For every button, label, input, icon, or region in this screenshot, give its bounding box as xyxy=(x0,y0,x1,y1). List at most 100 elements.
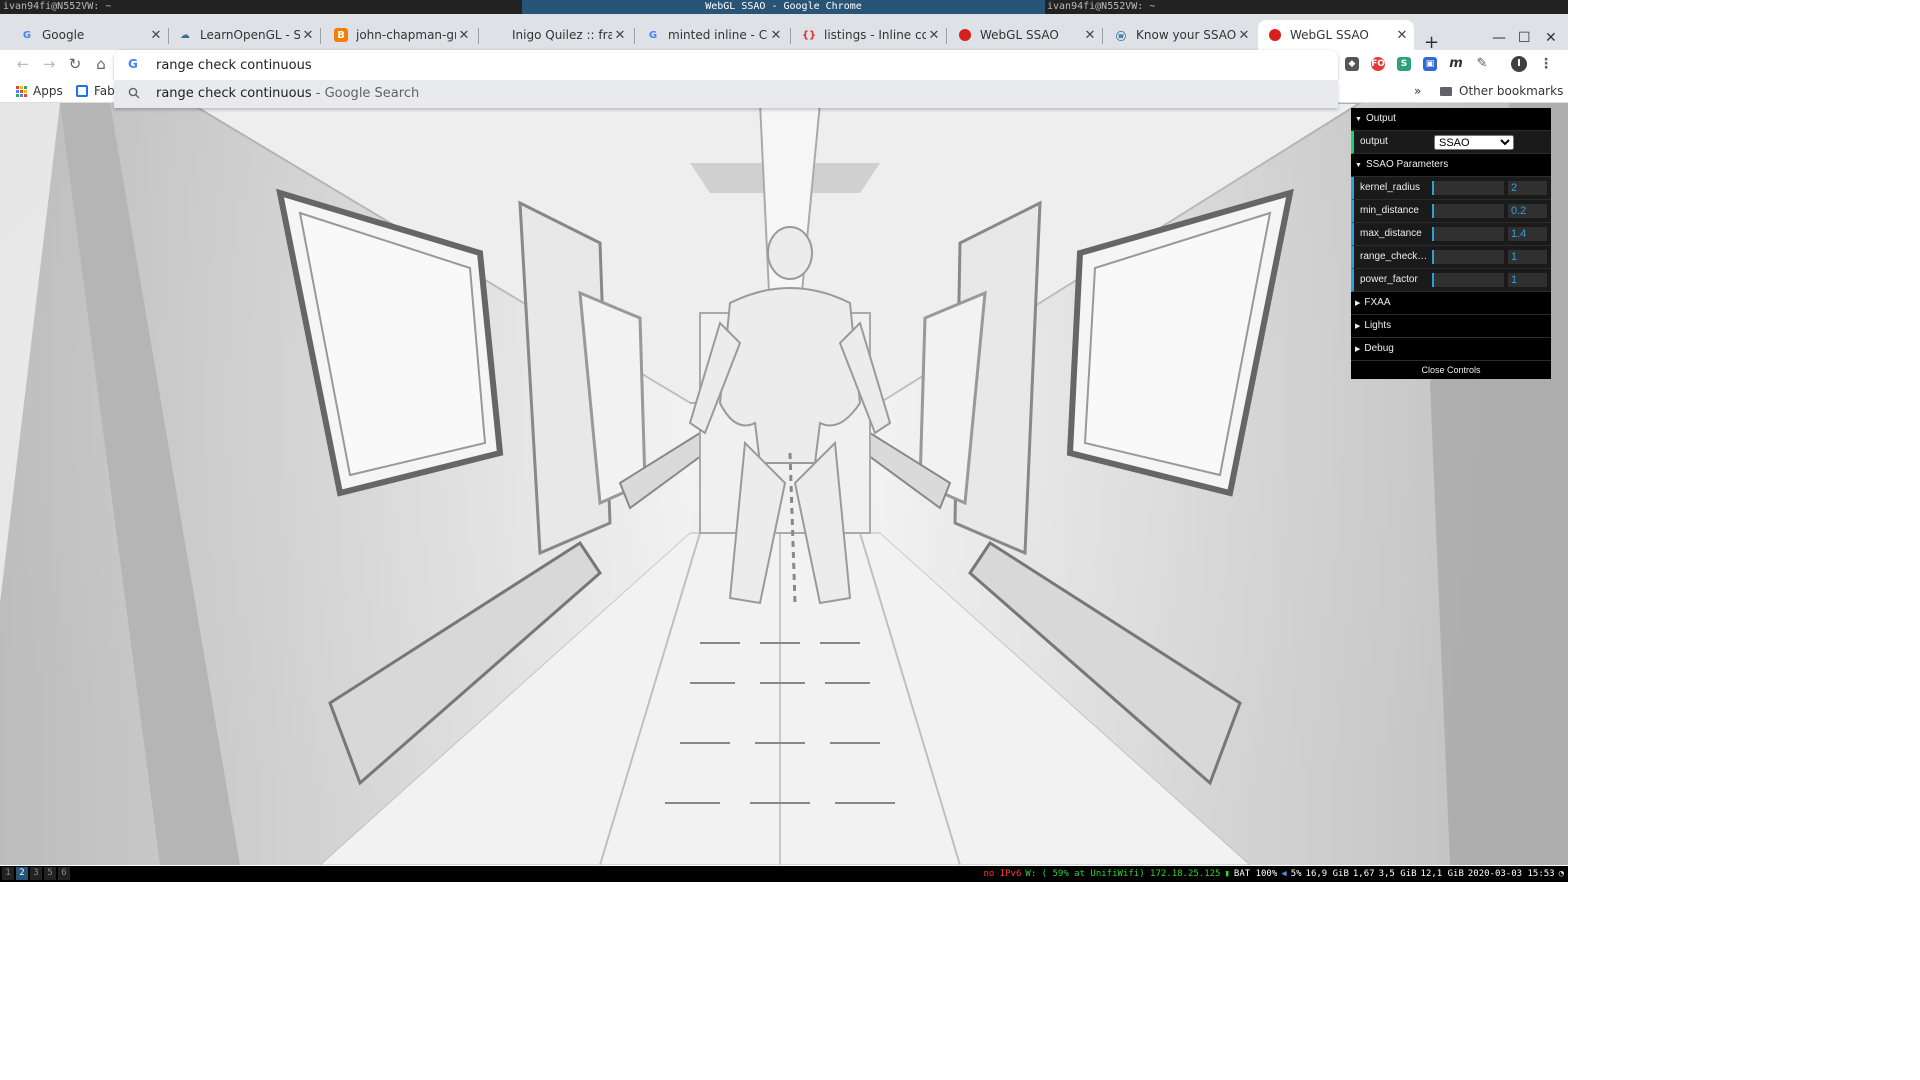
tab-learnopengl[interactable]: ☁ LearnOpenGL - SSA ✕ xyxy=(168,20,320,50)
tab-separator xyxy=(320,28,321,44)
bookmark-fabl[interactable]: Fabl xyxy=(76,84,118,98)
param-slider[interactable] xyxy=(1432,181,1504,195)
suggestion-text: range check continuous - Google Search xyxy=(156,86,419,101)
browser-toolbar: ← → ↻ ⌂ G ◆ FO S ▣ m ✎ I ⋮ xyxy=(0,50,1568,80)
tab-title: Google xyxy=(42,28,85,42)
wm-right-title[interactable]: ivan94fi@N552VW: ~ xyxy=(1047,0,1155,14)
wm-active-title[interactable]: WebGL SSAO - Google Chrome xyxy=(522,0,1045,14)
tab-webgl-ssao-active[interactable]: WebGL SSAO ✕ xyxy=(1258,20,1414,50)
close-icon[interactable]: ✕ xyxy=(148,28,164,43)
wifi-signal-icon: ◔ xyxy=(1558,869,1564,879)
tab-minted-inline[interactable]: G minted inline - Cerc ✕ xyxy=(636,20,788,50)
tab-webgl-ssao-1[interactable]: WebGL SSAO ✕ xyxy=(948,20,1102,50)
close-controls-button[interactable]: Close Controls xyxy=(1351,361,1551,379)
param-label: min_distance xyxy=(1360,205,1419,216)
close-icon[interactable]: ✕ xyxy=(1082,28,1098,43)
param-value-input[interactable]: 0.2 xyxy=(1508,204,1547,218)
status-indicators: no IPv6 W: ( 59% at UnifiWifi) 172.18.25.… xyxy=(979,866,1564,882)
profile-avatar-icon[interactable]: I xyxy=(1511,56,1527,72)
close-icon[interactable]: ✕ xyxy=(456,28,472,43)
red-dot-icon xyxy=(958,28,972,42)
param-value-input[interactable]: 1 xyxy=(1508,250,1547,264)
workspace-button[interactable]: 6 xyxy=(58,867,70,880)
tab-google[interactable]: G Google ✕ xyxy=(10,20,168,50)
close-icon[interactable]: ✕ xyxy=(300,28,316,43)
wordpress-icon: ⓦ xyxy=(1116,31,1126,43)
tab-title: LearnOpenGL - SSA xyxy=(200,28,300,42)
home-icon[interactable]: ⌂ xyxy=(92,55,110,73)
maximize-icon[interactable]: ☐ xyxy=(1518,30,1531,46)
folder-debug-title: Debug xyxy=(1364,343,1394,354)
folder-output[interactable]: ▼ Output xyxy=(1351,108,1551,131)
close-icon[interactable]: ✕ xyxy=(926,28,942,43)
tab-listings[interactable]: {} listings - Inline cod ✕ xyxy=(792,20,946,50)
load-status: 1,67 xyxy=(1352,869,1375,879)
tab-title: WebGL SSAO xyxy=(1290,28,1369,42)
disk-status: 16,9 GiB xyxy=(1305,869,1349,879)
address-bar[interactable]: G xyxy=(114,50,1338,80)
minimize-icon[interactable]: — xyxy=(1492,30,1506,46)
bookmark-apps-label: Apps xyxy=(33,84,63,98)
bookmark-apps[interactable]: Apps xyxy=(16,84,63,98)
forward-icon[interactable]: → xyxy=(40,55,58,73)
volume-status: 5% xyxy=(1290,869,1302,879)
memory-status: 3,5 GiB xyxy=(1378,869,1417,879)
bookmarks-overflow-button[interactable]: » xyxy=(1414,84,1421,98)
menu-kebab-icon[interactable]: ⋮ xyxy=(1539,57,1553,71)
extension-cast-icon[interactable]: ▣ xyxy=(1423,57,1437,71)
extension-m-icon[interactable]: m xyxy=(1449,57,1463,71)
param-slider[interactable] xyxy=(1432,227,1504,241)
param-slider[interactable] xyxy=(1432,250,1504,264)
close-icon[interactable]: ✕ xyxy=(768,28,784,43)
learnopengl-icon: ☁ xyxy=(180,29,190,41)
close-icon[interactable]: ✕ xyxy=(1236,28,1252,43)
folder-output-title: Output xyxy=(1365,113,1396,124)
extension-shield-icon[interactable]: ◆ xyxy=(1345,57,1359,71)
folder-debug[interactable]: ▶ Debug xyxy=(1351,338,1551,361)
param-slider[interactable] xyxy=(1432,273,1504,287)
folder-lights-title: Lights xyxy=(1364,320,1392,331)
back-icon[interactable]: ← xyxy=(14,55,32,73)
workspace-button[interactable]: 3 xyxy=(30,867,42,880)
param-slider[interactable] xyxy=(1432,204,1504,218)
workspace-button[interactable]: 5 xyxy=(44,867,56,880)
webgl-canvas[interactable] xyxy=(0,103,1568,865)
folder-ssao-title: SSAO Parameters xyxy=(1365,159,1449,170)
close-icon[interactable]: ✕ xyxy=(612,28,628,43)
param-value-input[interactable]: 1 xyxy=(1508,273,1547,287)
eyedropper-icon[interactable]: ✎ xyxy=(1475,57,1489,71)
red-dot-icon xyxy=(1268,28,1282,42)
extension-record-icon[interactable]: FO xyxy=(1371,57,1385,71)
bookmark-other[interactable]: Other bookmarks xyxy=(1440,84,1563,98)
workspace-button-active[interactable]: 2 xyxy=(16,867,28,880)
close-window-icon[interactable]: ✕ xyxy=(1545,30,1557,46)
wm-left-title[interactable]: ivan94fi@N552VW: ~ xyxy=(3,0,111,14)
tab-know-your-ssao[interactable]: ⓦ Know your SSAO ar ✕ xyxy=(1104,20,1256,50)
omnibox-suggestion[interactable]: range check continuous - Google Search xyxy=(114,80,1338,108)
param-label: max_distance xyxy=(1360,228,1422,239)
param-value-input[interactable]: 2 xyxy=(1508,181,1547,195)
braces-icon: {} xyxy=(801,29,817,41)
address-input[interactable] xyxy=(154,54,1058,76)
bookmark-site-icon xyxy=(76,85,88,97)
tab-inigo-quilez[interactable]: Inigo Quilez :: fract ✕ xyxy=(480,20,632,50)
close-icon[interactable]: ✕ xyxy=(1394,28,1410,43)
extension-s-icon[interactable]: S xyxy=(1397,57,1411,71)
folder-lights[interactable]: ▶ Lights xyxy=(1351,315,1551,338)
tab-separator xyxy=(634,28,635,44)
triangle-down-icon: ▼ xyxy=(1355,116,1362,123)
tab-separator xyxy=(946,28,947,44)
reload-icon[interactable]: ↻ xyxy=(66,55,84,73)
workspace-button[interactable]: 1 xyxy=(2,867,14,880)
window-manager-bar: ivan94fi@N552VW: ~ WebGL SSAO - Google C… xyxy=(0,0,1568,14)
folder-fxaa[interactable]: ▶ FXAA xyxy=(1351,292,1551,315)
output-select[interactable]: SSAO xyxy=(1434,135,1514,150)
slider-fill xyxy=(1432,227,1434,241)
folder-ssao-parameters[interactable]: ▼ SSAO Parameters xyxy=(1351,154,1551,177)
control-power-factor: power_factor 1 xyxy=(1351,269,1551,292)
tab-john-chapman[interactable]: B john-chapman-grap ✕ xyxy=(324,20,476,50)
triangle-right-icon: ▶ xyxy=(1355,323,1361,330)
param-value-input[interactable]: 1.4 xyxy=(1508,227,1547,241)
slider-fill xyxy=(1432,181,1435,195)
blogger-icon: B xyxy=(334,28,348,42)
